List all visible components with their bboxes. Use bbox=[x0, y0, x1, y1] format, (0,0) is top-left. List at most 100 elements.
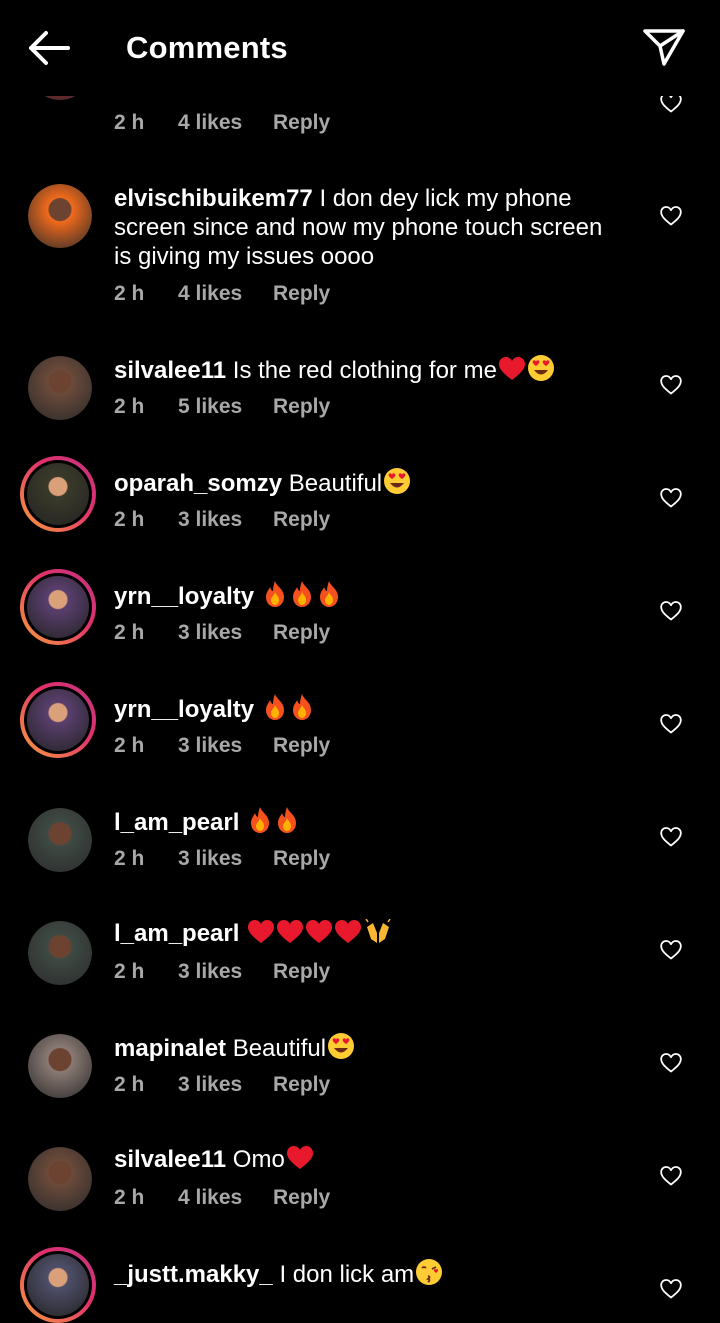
comment-time: 2 h bbox=[114, 1186, 145, 1209]
heart-eyes-emoji bbox=[527, 354, 555, 389]
heart-eyes-emoji bbox=[383, 467, 411, 502]
comment-time: 2 h bbox=[114, 1073, 145, 1096]
comment-body: Omo bbox=[232, 1146, 285, 1173]
like-button[interactable] bbox=[660, 374, 682, 396]
comment-username[interactable]: l_am_pearl bbox=[114, 809, 239, 836]
red-heart-emoji bbox=[247, 919, 275, 952]
comment-body: I don lick am bbox=[279, 1261, 415, 1288]
reply-button[interactable]: Reply bbox=[273, 620, 330, 646]
page-title: Comments bbox=[126, 30, 288, 65]
reply-button[interactable]: Reply bbox=[273, 846, 330, 872]
avatar-photo bbox=[28, 184, 92, 248]
comment-text: mapinalet Beautiful bbox=[114, 1032, 624, 1067]
reply-button[interactable]: Reply bbox=[273, 1185, 330, 1211]
avatar[interactable] bbox=[28, 356, 92, 420]
reply-button[interactable]: Reply bbox=[273, 110, 330, 136]
avatar-photo bbox=[28, 1147, 92, 1211]
avatar[interactable] bbox=[20, 569, 96, 645]
comment-text: yrn__loyalty bbox=[114, 693, 624, 728]
like-button[interactable] bbox=[660, 713, 682, 735]
comment-text: _justt.makky_ I don lick am bbox=[114, 1258, 624, 1293]
fire-emoji bbox=[262, 580, 288, 615]
reply-button[interactable]: Reply bbox=[273, 394, 330, 420]
heart-outline-icon bbox=[660, 714, 682, 734]
comment-time: 2 h bbox=[114, 960, 145, 983]
comment-time: 2 h bbox=[114, 395, 145, 418]
arrow-left-icon bbox=[29, 31, 70, 65]
comment-likes-count[interactable]: 3 likes bbox=[178, 620, 242, 646]
reply-button[interactable]: Reply bbox=[273, 507, 330, 533]
comment-time: 2 h bbox=[114, 508, 145, 531]
avatar[interactable] bbox=[20, 456, 96, 532]
red-heart-emoji bbox=[498, 356, 526, 389]
avatar-photo bbox=[27, 689, 89, 751]
comment-time: 2 h bbox=[114, 734, 145, 757]
like-button[interactable] bbox=[660, 1052, 682, 1074]
comment-username[interactable]: _justt.makky_ bbox=[114, 1261, 273, 1288]
heart-eyes-emoji bbox=[327, 1032, 355, 1067]
avatar[interactable] bbox=[20, 1247, 96, 1323]
back-button[interactable] bbox=[26, 28, 72, 68]
comment-likes-count[interactable]: 3 likes bbox=[178, 846, 242, 872]
like-button[interactable] bbox=[660, 205, 682, 227]
avatar[interactable] bbox=[28, 808, 92, 872]
heart-outline-icon bbox=[660, 940, 682, 960]
comment-text: yrn__loyalty bbox=[114, 580, 624, 615]
comment-likes-count[interactable]: 5 likes bbox=[178, 394, 242, 420]
red-heart-emoji bbox=[286, 1145, 314, 1178]
comment-username[interactable]: silvalee11 bbox=[114, 357, 226, 384]
avatar[interactable] bbox=[28, 1034, 92, 1098]
reply-button[interactable]: Reply bbox=[273, 281, 330, 307]
avatar-photo bbox=[27, 463, 89, 525]
like-button[interactable] bbox=[660, 487, 682, 509]
comment-username[interactable]: silvalee11 bbox=[114, 1146, 226, 1173]
like-button[interactable] bbox=[660, 826, 682, 848]
avatar[interactable] bbox=[20, 682, 96, 758]
comment-username[interactable]: l_am_pearl bbox=[114, 920, 239, 947]
avatar-photo bbox=[27, 576, 89, 638]
like-button[interactable] bbox=[660, 939, 682, 961]
fire-emoji bbox=[274, 806, 300, 841]
paper-plane-icon bbox=[643, 29, 685, 66]
avatar-photo bbox=[28, 1034, 92, 1098]
fire-emoji bbox=[262, 693, 288, 728]
comment-username[interactable]: yrn__loyalty bbox=[114, 583, 254, 610]
heart-outline-icon bbox=[660, 488, 682, 508]
avatar-photo bbox=[28, 921, 92, 985]
like-button[interactable] bbox=[660, 600, 682, 622]
fire-emoji bbox=[289, 580, 315, 615]
red-heart-emoji bbox=[334, 919, 362, 952]
kissing-face-emoji bbox=[415, 1258, 443, 1293]
reply-button[interactable]: Reply bbox=[273, 1072, 330, 1098]
comment-likes-count[interactable]: 3 likes bbox=[178, 959, 242, 985]
comment-likes-count[interactable]: 4 likes bbox=[178, 110, 242, 136]
fire-emoji bbox=[316, 580, 342, 615]
avatar-photo bbox=[28, 808, 92, 872]
heart-outline-icon bbox=[660, 375, 682, 395]
comment-likes-count[interactable]: 4 likes bbox=[178, 1185, 242, 1211]
comment-username[interactable]: yrn__loyalty bbox=[114, 696, 254, 723]
comment-likes-count[interactable]: 4 likes bbox=[178, 281, 242, 307]
comment-likes-count[interactable]: 3 likes bbox=[178, 507, 242, 533]
like-button[interactable] bbox=[660, 1165, 682, 1187]
reply-button[interactable]: Reply bbox=[273, 733, 330, 759]
comments-list[interactable]: 2 h 4 likes Reply elvischibuikem77 I don de… bbox=[0, 0, 720, 1323]
fire-emoji bbox=[247, 806, 273, 841]
comment-likes-count[interactable]: 3 likes bbox=[178, 733, 242, 759]
comment-username[interactable]: mapinalet bbox=[114, 1035, 226, 1062]
comment-username[interactable]: elvischibuikem77 bbox=[114, 185, 313, 212]
red-heart-emoji bbox=[276, 919, 304, 952]
avatar[interactable] bbox=[28, 1147, 92, 1211]
raised-hands-emoji bbox=[363, 918, 393, 952]
comment-time: 2 h bbox=[114, 621, 145, 644]
share-button[interactable] bbox=[640, 24, 688, 70]
avatar[interactable] bbox=[28, 184, 92, 248]
comment-time: 2 h bbox=[114, 111, 145, 134]
heart-outline-icon bbox=[660, 206, 682, 226]
avatar[interactable] bbox=[28, 921, 92, 985]
comment-body: Is the red clothing for me bbox=[232, 357, 497, 384]
comment-text: oparah_somzy Beautiful bbox=[114, 467, 624, 502]
reply-button[interactable]: Reply bbox=[273, 959, 330, 985]
comment-username[interactable]: oparah_somzy bbox=[114, 470, 282, 497]
comment-likes-count[interactable]: 3 likes bbox=[178, 1072, 242, 1098]
